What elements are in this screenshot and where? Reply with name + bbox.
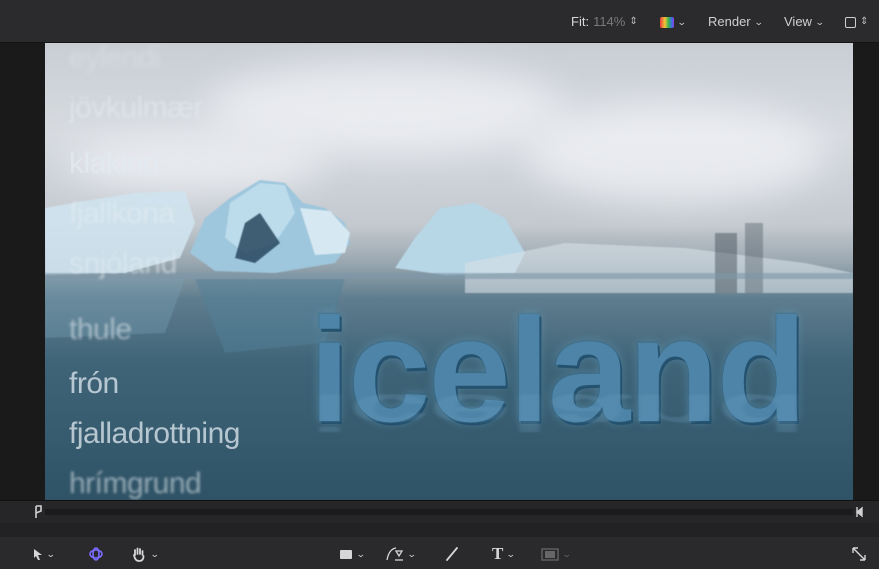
fit-zoom-control[interactable]: Fit: 114% ⇕ [571,13,638,31]
chevron-down-icon: ⌄ [676,17,687,27]
viewer-top-bar: Fit: 114% ⇕ ⌄ Render ⌄ View ⌄ ⇕ [0,0,879,43]
hand-icon [133,547,145,562]
word-item: hrímgrund [69,467,202,500]
word-item: fjalladrottning [69,417,240,450]
word-item: fjallkona [69,197,175,230]
chevron-down-icon: ⌄ [753,17,764,27]
in-marker-icon [35,505,42,518]
fullscreen-button[interactable] [851,545,867,563]
word-item: klakinn [69,147,159,180]
bezier-tool[interactable]: ⌄ [386,545,417,563]
word-item: jövkulmær [69,91,203,124]
word-item: snjóland [69,247,177,280]
out-marker-icon [855,506,863,518]
iceland-title-reflection: iceland [309,383,805,442]
rectangle-icon [340,549,352,559]
chevron-down-icon: ⌄ [814,17,825,27]
timeline-track[interactable] [45,509,853,515]
chevron-down-icon: ⌄ [149,548,160,559]
render-menu[interactable]: Render ⌄ [708,13,764,31]
up-down-arrows-icon: ⇕ [629,16,638,27]
fit-label: Fit: [571,14,590,29]
adjust-3d-tool[interactable] [88,545,104,563]
arrow-pointer-icon [34,548,42,560]
paint-stroke-tool[interactable] [445,545,459,563]
brush-icon [446,547,458,561]
play-range-out-marker[interactable] [855,505,863,519]
select-tool[interactable]: ⌄ [33,545,56,563]
canvas-area: eylendi jövkulmær klakinn fjallkona snjó… [0,43,879,500]
pen-curve-icon [386,547,404,561]
pan-tool[interactable]: ⌄ [131,545,160,563]
mask-rectangle-icon [541,547,559,561]
mini-timeline[interactable] [0,500,879,523]
shape-tool[interactable]: ⌄ [339,545,366,563]
mask-tool[interactable]: ⌄ [541,545,572,563]
expand-diagonal-icon [852,547,866,561]
canvas-toolbar: ⌄ ⌄ ⌄ ⌄ T ⌄ ⌄ [0,537,879,569]
text-tool[interactable]: T ⌄ [492,544,517,563]
view-label: View [784,14,812,29]
chevron-down-icon: ⌄ [506,548,517,559]
separator-strip [0,523,879,537]
color-channels-icon [660,16,674,28]
chevron-down-icon: ⌄ [355,548,366,559]
chevron-down-icon: ⌄ [561,548,572,559]
view-menu[interactable]: View ⌄ [784,13,825,31]
play-range-in-marker[interactable] [35,505,43,519]
word-item: eylendi [69,43,161,74]
view-layout-menu[interactable]: ⇕ [845,13,868,31]
text-tool-label: T [492,544,504,563]
up-down-arrows-icon: ⇕ [860,16,869,27]
viewer-canvas[interactable]: eylendi jövkulmær klakinn fjallkona snjó… [45,43,853,500]
word-item: frón [69,367,119,400]
chevron-down-icon: ⌄ [406,548,417,559]
color-channels-menu[interactable]: ⌄ [660,13,687,31]
render-label: Render [708,14,751,29]
word-item: thule [69,313,132,346]
orbit-3d-icon [89,547,103,561]
square-layout-icon [845,16,856,28]
fit-value: 114% [593,14,626,29]
chevron-down-icon: ⌄ [45,548,56,559]
